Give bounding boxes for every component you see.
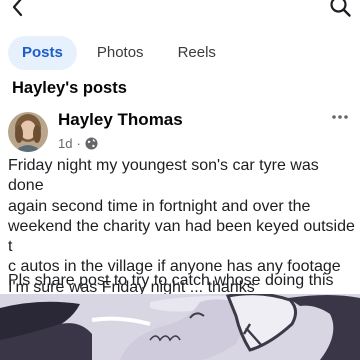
tab-reels[interactable]: Reels — [164, 36, 230, 70]
post-meta: 1d · — [58, 135, 98, 151]
section-title: Hayley's posts — [12, 79, 127, 97]
profile-tabs: Posts Photos Reels — [8, 36, 230, 72]
avatar[interactable] — [8, 112, 48, 152]
chevron-left-icon[interactable] — [8, 0, 28, 18]
post-timestamp: 1d — [58, 135, 73, 151]
search-icon[interactable] — [328, 0, 352, 18]
avatar-image — [8, 112, 48, 152]
tab-photos[interactable]: Photos — [83, 36, 158, 70]
meta-separator: · — [76, 135, 81, 151]
tab-posts[interactable]: Posts — [8, 36, 77, 70]
post-photo — [0, 294, 360, 360]
top-bar — [0, 0, 360, 26]
post-author-name[interactable]: Hayley Thomas — [58, 110, 183, 130]
post-image[interactable] — [0, 294, 360, 360]
post-share-line: Pls share post to try to catch whose doi… — [8, 272, 334, 289]
globe-icon — [85, 136, 98, 150]
more-horizontal-icon[interactable] — [328, 108, 352, 126]
